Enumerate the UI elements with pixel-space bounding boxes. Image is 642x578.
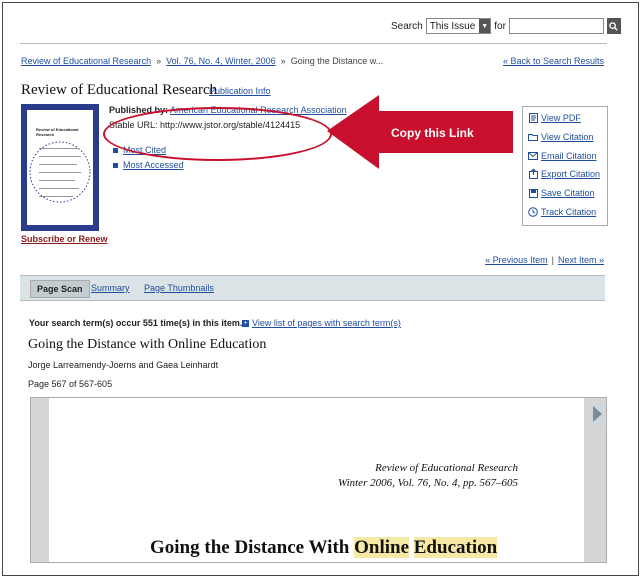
- search-scope-value: This Issue: [429, 20, 476, 32]
- search-button[interactable]: [606, 18, 621, 34]
- cover-text-line: [39, 172, 81, 173]
- save-citation-link[interactable]: Save Citation: [541, 188, 595, 198]
- breadcrumb-separator: »: [156, 56, 162, 66]
- square-bullet-icon: [113, 162, 118, 168]
- for-label: for: [494, 20, 506, 32]
- screenshot-frame: Search This Issue ▼ for Review of Educat…: [2, 2, 639, 576]
- search-label: Search: [391, 20, 423, 32]
- previous-item-link[interactable]: « Previous Item: [485, 255, 548, 265]
- export-citation-action[interactable]: Export Citation: [528, 169, 600, 179]
- clock-icon: [528, 207, 538, 217]
- cover-page: Review of Educational Research: [27, 110, 93, 225]
- journal-title: Review of Educational Research: [21, 82, 218, 98]
- article-tools: View PDF View Citation Email Citation Ex…: [522, 106, 608, 226]
- view-tabs: Page Scan Summary Page Thumbnails: [20, 275, 605, 301]
- chevron-down-icon: ▼: [479, 19, 491, 33]
- page-count: Page 567 of 567-605: [28, 379, 113, 389]
- view-pdf-action[interactable]: View PDF: [528, 113, 581, 123]
- envelope-icon: [528, 152, 538, 161]
- view-pdf-link[interactable]: View PDF: [541, 113, 581, 123]
- breadcrumb-journal[interactable]: Review of Educational Research: [21, 56, 151, 66]
- search-icon: [609, 21, 619, 31]
- cover-text-line: [39, 196, 73, 197]
- cover-text-line: [39, 164, 77, 165]
- search-scope-select[interactable]: This Issue ▼: [425, 18, 492, 34]
- search-bar: Search This Issue ▼ for: [391, 18, 621, 34]
- scan-title-text: Going the Distance With: [150, 537, 355, 558]
- annotation-label: Copy this Link: [391, 126, 474, 140]
- cover-text-line: [39, 180, 75, 181]
- view-citation-action[interactable]: View Citation: [528, 132, 593, 142]
- export-citation-link[interactable]: Export Citation: [541, 169, 600, 179]
- tab-page-thumbnails[interactable]: Page Thumbnails: [144, 283, 214, 293]
- next-page-button[interactable]: [590, 403, 604, 425]
- article-authors: Jorge Larreamendy-Joerns and Gaea Leinha…: [28, 360, 219, 370]
- annotation-ellipse: [103, 107, 332, 161]
- journal-cover-image[interactable]: Review of Educational Research: [21, 104, 99, 231]
- subscribe-link[interactable]: Subscribe or Renew: [21, 234, 108, 244]
- email-citation-link[interactable]: Email Citation: [541, 151, 597, 161]
- save-icon: [528, 188, 538, 198]
- square-bullet-icon: [113, 147, 118, 153]
- breadcrumb: Review of Educational Research » Vol. 76…: [21, 56, 383, 66]
- email-citation-action[interactable]: Email Citation: [528, 151, 597, 161]
- view-citation-link[interactable]: View Citation: [541, 132, 593, 142]
- scan-journal-name: Review of Educational Research: [375, 462, 518, 474]
- annotation-arrow: Copy this Link: [327, 95, 513, 169]
- folder-icon: [528, 133, 538, 142]
- cover-text-line: [39, 148, 79, 149]
- search-highlight: Online: [354, 537, 409, 558]
- tab-page-scan[interactable]: Page Scan: [30, 280, 90, 298]
- chevron-right-icon: [593, 406, 602, 422]
- search-occurrences: Your search term(s) occur 551 time(s) in…: [29, 318, 243, 328]
- save-citation-action[interactable]: Save Citation: [528, 188, 595, 198]
- divider: [20, 43, 607, 44]
- article-title: Going the Distance with Online Education: [28, 337, 267, 352]
- cover-text-line: [39, 188, 79, 189]
- back-to-results-link[interactable]: « Back to Search Results: [503, 56, 604, 66]
- item-pager: « Previous Item | Next Item »: [485, 255, 604, 265]
- breadcrumb-separator: »: [280, 56, 286, 66]
- view-list-link[interactable]: View list of pages with search term(s): [252, 318, 401, 328]
- track-citation-action[interactable]: Track Citation: [528, 207, 596, 217]
- breadcrumb-issue[interactable]: Vol. 76, No. 4, Winter, 2006: [166, 56, 276, 66]
- search-highlight: Education: [413, 537, 498, 558]
- view-list-item[interactable]: + View list of pages with search term(s): [242, 318, 401, 328]
- cover-title: Review of Educational Research: [36, 127, 79, 137]
- scanned-page: Review of Educational Research Winter 20…: [49, 398, 584, 562]
- plus-icon: +: [242, 319, 249, 327]
- scan-issue-info: Winter 2006, Vol. 76, No. 4, pp. 567–605: [338, 477, 518, 489]
- track-citation-link[interactable]: Track Citation: [541, 207, 596, 217]
- tab-summary[interactable]: Summary: [91, 283, 130, 293]
- publication-info-link[interactable]: Publication Info: [209, 86, 271, 96]
- breadcrumb-current: Going the Distance w...: [290, 56, 384, 66]
- most-accessed-link[interactable]: Most Accessed: [123, 160, 184, 170]
- search-input[interactable]: [508, 18, 604, 34]
- scan-article-title: Going the Distance With Online Education: [150, 537, 498, 559]
- pager-separator: |: [551, 255, 554, 265]
- most-accessed-item[interactable]: Most Accessed: [113, 160, 184, 170]
- cover-text-line: [39, 156, 81, 157]
- export-icon: [528, 169, 538, 179]
- page-scan-viewer[interactable]: Review of Educational Research Winter 20…: [30, 397, 607, 563]
- pdf-icon: [528, 113, 538, 123]
- next-item-link[interactable]: Next Item »: [558, 255, 604, 265]
